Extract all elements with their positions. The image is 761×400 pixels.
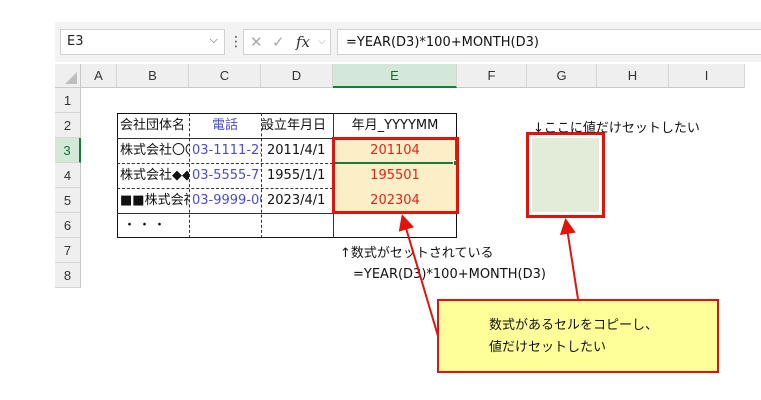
callout-box: 数式があるセルをコピーし、 値だけセットしたい	[437, 299, 719, 373]
callout-line-2: 値だけセットしたい	[489, 340, 607, 355]
callout-line-1: 数式があるセルをコピーし、	[489, 318, 659, 333]
arrow-to-source	[398, 214, 439, 337]
arrow-to-target	[559, 218, 579, 300]
